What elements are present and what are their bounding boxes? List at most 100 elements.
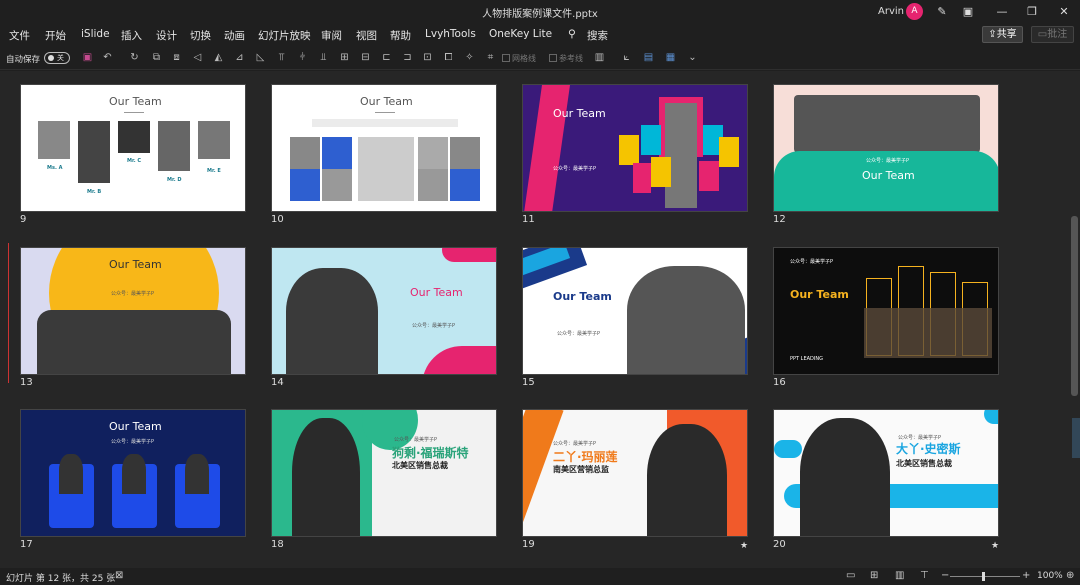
arrange-front-icon[interactable]: ⧉ [150, 51, 163, 64]
reading-view-icon[interactable]: ▥ [895, 570, 904, 581]
flip-icon[interactable]: ◁ [191, 51, 204, 64]
slide-10-photo-6 [450, 137, 480, 169]
slide-thumbnail-13[interactable]: Our Team 公众号：最美学子P [20, 247, 246, 375]
autosave-toggle[interactable]: 关 [44, 52, 70, 64]
slide-number-10: 10 [271, 214, 284, 225]
layout-icon[interactable]: ▥ [593, 51, 606, 64]
slide-thumbnail-16[interactable]: 公众号：最美学子P Our Team PPT LEADING [773, 247, 999, 375]
slide-thumbnail-14[interactable]: Our Team 公众号：最美学子P [271, 247, 497, 375]
crop-tool-icon[interactable]: ⟀ [620, 51, 633, 64]
slide-thumbnail-20[interactable]: 公众号：最美学子P 大丫·史密斯 北美区销售总裁 [773, 409, 999, 537]
slide-14-pink-shape [442, 248, 496, 262]
gridlines-checkbox[interactable]: 网格线 [502, 53, 536, 64]
slide-9-photo-4 [158, 121, 190, 171]
vertical-scrollbar[interactable] [1069, 71, 1080, 568]
normal-view-icon[interactable]: ▭ [846, 570, 855, 581]
menu-lvyhtools[interactable]: LvyhTools [425, 28, 476, 40]
accessibility-icon[interactable]: ⊠ [115, 570, 123, 581]
zoom-slider[interactable] [950, 576, 1020, 577]
slide-sorter-view-icon[interactable]: ⊞ [870, 570, 878, 581]
comment-button[interactable]: ▭批注 [1031, 26, 1074, 43]
slideshow-view-icon[interactable]: ⊤ [920, 570, 929, 581]
pen-icon[interactable]: ✎ [934, 4, 950, 20]
slide-16-heading: Our Team [790, 288, 849, 301]
menu-onekey[interactable]: OneKey Lite [489, 28, 552, 40]
distribute-icon[interactable]: ⊟ [359, 51, 372, 64]
slide-12-heading: Our Team [862, 169, 915, 182]
guides-checkbox[interactable]: 参考线 [549, 53, 583, 64]
mirror-icon[interactable]: ◭ [212, 51, 225, 64]
save-icon[interactable]: ▣ [81, 51, 94, 64]
slide-thumbnail-19[interactable]: 公众号：最美学子P 二丫·玛丽莲 南美区营销总监 [522, 409, 748, 537]
quick-access-toolbar: 自动保存 关 ▣ ↶ ↻ ⧉ ⧈ ◁ ◭ ⊿ ◺ ⫪ ⫩ ⫫ ⊞ ⊟ ⊏ ⊐ ⊡… [0, 46, 1080, 70]
zoom-level[interactable]: 100% [1037, 571, 1063, 581]
slide-11-photo-5 [719, 137, 739, 167]
more-icon[interactable]: ⌄ [686, 51, 699, 64]
slide-14-pink-corner [422, 346, 496, 374]
zoom-in-icon[interactable]: + [1022, 570, 1030, 581]
guides-label: 参考线 [559, 54, 583, 63]
slide-thumbnail-9[interactable]: Our Team Ms. A Mr. B Mr. C Mr. D Mr. E [20, 84, 246, 212]
menu-transitions[interactable]: 切换 [190, 28, 211, 43]
share-button[interactable]: ⇪共享 [982, 26, 1023, 43]
menu-home[interactable]: 开始 [45, 28, 66, 43]
slide-9-name-e: Mr. E [207, 168, 221, 174]
menu-view[interactable]: 视图 [356, 28, 377, 43]
menu-animations[interactable]: 动画 [224, 28, 245, 43]
slide-thumbnail-11[interactable]: Our Team 公众号：最美学子P [522, 84, 748, 212]
slide-19-person-photo [647, 424, 727, 536]
align-top-icon[interactable]: ⫪ [275, 51, 288, 64]
slide-11-photo-1 [619, 135, 639, 165]
slide-11-wechat: 公众号：最美学子P [553, 166, 597, 172]
slide-11-photo-2 [641, 125, 661, 155]
search-label[interactable]: 搜索 [587, 28, 608, 43]
slide-11-pink-stripe [524, 85, 570, 211]
search-icon[interactable]: ⚲ [568, 28, 576, 40]
close-icon[interactable]: ✕ [1056, 4, 1072, 20]
menu-help[interactable]: 帮助 [390, 28, 411, 43]
redo-icon[interactable]: ↻ [128, 51, 141, 64]
crop-icon[interactable]: ⌗ [484, 51, 497, 64]
menu-file[interactable]: 文件 [9, 28, 30, 43]
side-panel-handle[interactable] [1072, 418, 1080, 458]
slide-thumbnail-17[interactable]: Our Team 公众号：最美学子P [20, 409, 246, 537]
slide-13-group-photo [37, 310, 231, 374]
slide-10-rule [375, 112, 395, 113]
slide-thumbnail-12[interactable]: 公众号：最美学子P Our Team [773, 84, 999, 212]
menu-insert[interactable]: 插入 [121, 28, 142, 43]
align-left-icon[interactable]: ⊏ [380, 51, 393, 64]
align-middle-icon[interactable]: ⫩ [296, 51, 309, 64]
format-painter-icon[interactable]: ✧ [463, 51, 476, 64]
animation-star-icon: ★ [991, 541, 1000, 551]
slide-thumbnail-15[interactable]: Our Team 公众号：最美学子P [522, 247, 748, 375]
ribbon-display-icon[interactable]: ▣ [960, 4, 976, 20]
shape-icon[interactable]: ◺ [254, 51, 267, 64]
rotate-icon[interactable]: ⊿ [233, 51, 246, 64]
restore-icon[interactable]: ❐ [1024, 4, 1040, 20]
scrollbar-thumb[interactable] [1071, 216, 1078, 396]
undo-icon[interactable]: ↶ [101, 51, 114, 64]
user-name[interactable]: Arvin [878, 6, 904, 17]
menu-review[interactable]: 审阅 [321, 28, 342, 43]
align-right-icon[interactable]: ⊐ [401, 51, 414, 64]
menu-bar: 文件 开始 iSlide 插入 设计 切换 动画 幻灯片放映 审阅 视图 帮助 … [0, 24, 1080, 46]
zoom-out-icon[interactable]: − [941, 570, 949, 581]
align-center-icon[interactable]: ⊞ [338, 51, 351, 64]
slide-thumbnail-18[interactable]: 公众号：最美学子P 狗剩·福瑞斯特 北美区销售总裁 [271, 409, 497, 537]
menu-slideshow[interactable]: 幻灯片放映 [258, 28, 311, 43]
slide-thumbnail-10[interactable]: Our Team [271, 84, 497, 212]
slide-9-name-d: Mr. D [167, 177, 182, 183]
minimize-icon[interactable]: — [994, 4, 1010, 20]
user-avatar[interactable]: A [906, 3, 923, 20]
slide-number-15: 15 [522, 377, 535, 388]
arrange-back-icon[interactable]: ⧈ [170, 51, 183, 64]
menu-islide[interactable]: iSlide [81, 28, 110, 40]
fit-to-window-icon[interactable]: ⊕ [1066, 570, 1074, 581]
image-icon[interactable]: ▤ [642, 51, 655, 64]
zoom-slider-knob[interactable] [982, 572, 985, 581]
match-icon[interactable]: ⧠ [442, 51, 455, 64]
picture-fill-icon[interactable]: ▦ [664, 51, 677, 64]
size-icon[interactable]: ⊡ [421, 51, 434, 64]
menu-design[interactable]: 设计 [156, 28, 177, 43]
align-bottom-icon[interactable]: ⫫ [317, 51, 330, 64]
